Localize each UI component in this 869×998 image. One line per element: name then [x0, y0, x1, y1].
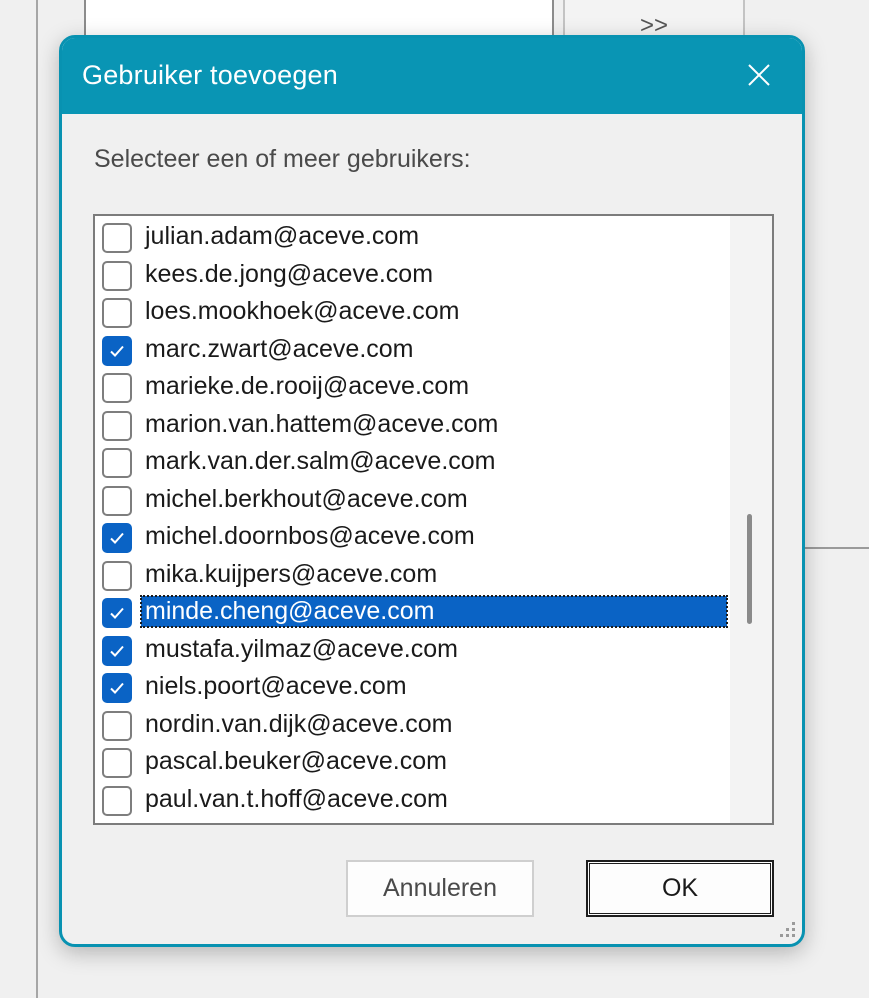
list-item[interactable]: nordin.van.dijk@aceve.com — [95, 705, 731, 743]
user-email-label: kees.de.jong@aceve.com — [145, 259, 434, 288]
dialog-titlebar[interactable]: Gebruiker toevoegen — [62, 38, 802, 114]
user-checkbox[interactable] — [102, 223, 132, 253]
close-icon — [748, 64, 770, 86]
user-list-box[interactable]: julian.adam@aceve.com kees.de.jong@aceve.… — [93, 214, 774, 825]
user-email-label: nordin.van.dijk@aceve.com — [145, 709, 453, 738]
add-user-dialog: Gebruiker toevoegen Selecteer een of mee… — [59, 35, 805, 947]
list-item[interactable]: mustafa.yilmaz@aceve.com — [95, 630, 731, 668]
checkmark-icon — [110, 607, 124, 619]
user-email-label: mustafa.yilmaz@aceve.com — [145, 634, 458, 663]
user-email-label: loes.mookhoek@aceve.com — [145, 297, 460, 325]
close-button[interactable] — [734, 50, 784, 100]
list-scrollbar[interactable] — [730, 216, 772, 823]
user-checkbox[interactable] — [102, 260, 132, 291]
user-email-label: mark.van.der.salm@aceve.com — [145, 447, 496, 475]
resize-grip-icon[interactable] — [776, 918, 798, 940]
user-checkbox[interactable] — [102, 298, 132, 328]
user-email-label: michel.doornbos@aceve.com — [145, 522, 475, 550]
list-item[interactable]: marion.van.hattem@aceve.com — [95, 405, 731, 443]
checkmark-icon — [110, 345, 124, 357]
background-divider — [36, 0, 38, 998]
list-item[interactable]: marieke.de.rooij@aceve.com — [95, 367, 731, 405]
user-email-label: mika.kuijpers@aceve.com — [145, 559, 438, 588]
user-checkbox[interactable] — [102, 485, 132, 516]
list-item[interactable]: mika.kuijpers@aceve.com — [95, 555, 731, 593]
user-checkbox[interactable] — [102, 598, 132, 628]
list-item[interactable]: michel.doornbos@aceve.com — [95, 517, 731, 555]
user-email-label: paul.van.t.hoff@aceve.com — [145, 784, 448, 813]
user-email-label: marieke.de.rooij@aceve.com — [145, 372, 470, 400]
background-divider-horizontal — [804, 547, 869, 549]
scrollbar-thumb[interactable] — [747, 514, 752, 624]
list-item[interactable]: minde.cheng@aceve.com — [95, 592, 731, 630]
select-users-prompt: Selecteer een of meer gebruikers: — [94, 145, 471, 173]
user-checkbox[interactable] — [102, 335, 132, 366]
user-list: julian.adam@aceve.com kees.de.jong@aceve.… — [95, 217, 731, 817]
user-email-label: minde.cheng@aceve.com — [140, 595, 728, 628]
checkmark-icon — [110, 645, 124, 657]
user-checkbox[interactable] — [102, 710, 132, 741]
list-item[interactable]: kees.de.jong@aceve.com — [95, 255, 731, 293]
checkmark-icon — [110, 532, 124, 544]
list-item[interactable]: paul.van.t.hoff@aceve.com — [95, 780, 731, 818]
user-checkbox[interactable] — [102, 448, 132, 478]
cancel-button[interactable]: Annuleren — [346, 860, 534, 917]
user-checkbox[interactable] — [102, 410, 132, 441]
user-checkbox[interactable] — [102, 373, 132, 403]
user-checkbox[interactable] — [102, 673, 132, 703]
checkmark-icon — [110, 682, 124, 694]
list-item[interactable]: loes.mookhoek@aceve.com — [95, 292, 731, 330]
list-item[interactable]: julian.adam@aceve.com — [95, 217, 731, 255]
user-email-label: marc.zwart@aceve.com — [145, 334, 414, 363]
background-panel — [84, 0, 554, 40]
list-item[interactable]: michel.berkhout@aceve.com — [95, 480, 731, 518]
user-email-label: marion.van.hattem@aceve.com — [145, 409, 499, 438]
user-email-label: niels.poort@aceve.com — [145, 672, 407, 700]
list-item[interactable]: marc.zwart@aceve.com — [95, 330, 731, 368]
user-email-label: pascal.beuker@aceve.com — [145, 747, 447, 775]
list-item[interactable]: niels.poort@aceve.com — [95, 667, 731, 705]
list-item[interactable]: pascal.beuker@aceve.com — [95, 742, 731, 780]
user-checkbox[interactable] — [102, 785, 132, 816]
user-email-label: michel.berkhout@aceve.com — [145, 484, 468, 513]
user-checkbox[interactable] — [102, 523, 132, 553]
ok-button[interactable]: OK — [586, 860, 774, 917]
user-checkbox[interactable] — [102, 635, 132, 666]
user-email-label: julian.adam@aceve.com — [145, 222, 420, 250]
user-checkbox[interactable] — [102, 560, 132, 591]
list-item[interactable]: mark.van.der.salm@aceve.com — [95, 442, 731, 480]
dialog-title: Gebruiker toevoegen — [82, 60, 338, 90]
user-checkbox[interactable] — [102, 748, 132, 778]
